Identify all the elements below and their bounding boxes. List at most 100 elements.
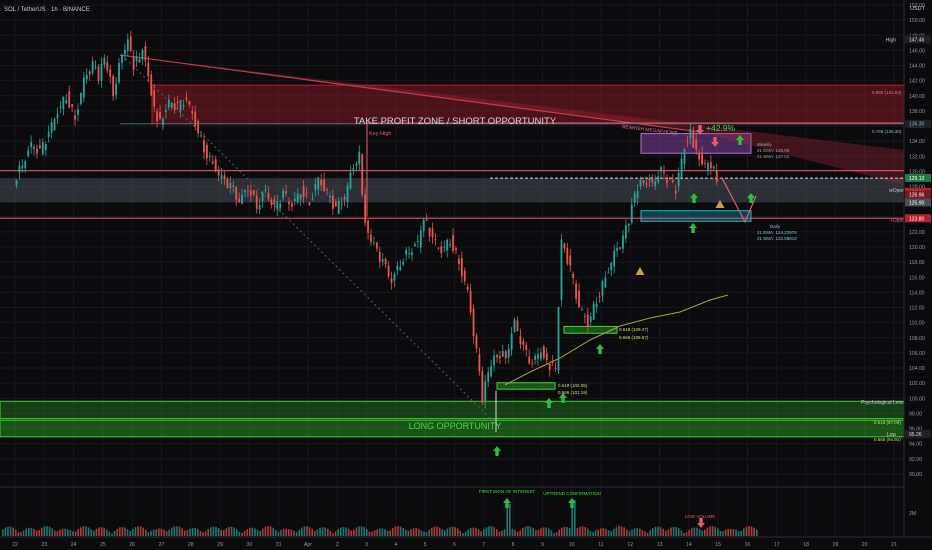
candle-body — [622, 235, 624, 249]
candle-body — [457, 258, 460, 264]
price-chart[interactable]: SOL / TetherUS · 1h · BINANCE TAKE PROFIT… — [0, 0, 932, 550]
consolidation-band — [0, 178, 904, 203]
candle-body — [428, 227, 431, 237]
volume-bar — [618, 526, 620, 536]
candle-body — [411, 252, 413, 256]
time-tick-label: 21 — [891, 542, 897, 548]
volume-bar — [446, 528, 449, 536]
volume-bar — [498, 531, 501, 536]
fib-box-low — [496, 382, 556, 390]
price-tick-label: 108.00 — [909, 336, 925, 342]
candle-body — [540, 352, 542, 359]
volume-bar — [389, 530, 391, 536]
candle-body — [255, 195, 258, 209]
volume-bar — [706, 527, 709, 536]
volume-bar — [347, 528, 350, 536]
price-tick-label: 116.00 — [909, 275, 925, 281]
time-tick-label: 19 — [833, 542, 839, 548]
volume-bar — [251, 527, 254, 536]
time-tick-label: 26 — [129, 542, 135, 548]
time-tick-label: 9 — [541, 542, 544, 548]
candle-body — [704, 163, 706, 165]
volume-bar — [108, 531, 111, 536]
volume-bar — [207, 529, 209, 536]
candle-body — [677, 172, 680, 186]
volume-bar — [64, 528, 66, 536]
volume-bar — [355, 527, 358, 536]
volume-bar — [67, 529, 69, 536]
volume-bar — [418, 528, 420, 536]
time-tick-label: 13 — [657, 542, 663, 548]
volume-bar — [472, 527, 475, 536]
volume-bar — [386, 530, 389, 536]
volume-bar — [678, 528, 680, 536]
volume-bar — [316, 529, 319, 536]
volume-bar — [113, 530, 116, 536]
volume-bar — [217, 527, 220, 536]
candle-body — [273, 199, 276, 205]
candle-body — [548, 364, 551, 370]
volume-bar — [654, 526, 657, 536]
candle-body — [399, 266, 402, 271]
candle-body — [683, 149, 686, 164]
volume-bar — [579, 526, 581, 536]
candle-body — [460, 258, 463, 277]
candle-body — [249, 190, 252, 196]
fib-0618-low: 0.618 (102.05) — [558, 383, 588, 388]
candle-body — [337, 201, 340, 214]
volume-bar — [592, 532, 594, 536]
candle-body — [475, 335, 478, 349]
volume-bar — [74, 531, 77, 536]
candle-body — [68, 91, 71, 108]
candle-body — [288, 201, 290, 205]
volume-bar — [420, 530, 423, 536]
volume-bar — [470, 527, 472, 536]
time-tick-label: 15 — [715, 542, 721, 548]
volume-bar — [2, 529, 4, 536]
volume-bar — [119, 527, 121, 536]
time-tick-label: 24 — [71, 542, 77, 548]
candle-body — [472, 308, 475, 337]
candle-body — [437, 247, 440, 249]
fib-0666-mid: 0.666 (108.57) — [619, 335, 649, 340]
volume-bar — [490, 526, 493, 536]
candle-body — [267, 193, 270, 199]
volume-bar — [688, 529, 690, 536]
candle-body — [446, 239, 449, 251]
candle-body — [144, 46, 147, 61]
take-profit-label: TAKE PROFIT ZONE / SHORT OPPORTUNITY — [354, 116, 557, 127]
candle-body — [302, 186, 305, 197]
volume-bar — [241, 532, 243, 536]
volume-bar — [371, 531, 373, 536]
candle-body — [24, 161, 27, 169]
volume-bar — [545, 527, 547, 536]
candle-body — [393, 274, 396, 281]
volume-bar — [303, 526, 306, 536]
volume-bar — [12, 527, 14, 536]
candle-body — [132, 56, 135, 70]
candle-body — [290, 203, 293, 207]
candle-body — [241, 194, 243, 204]
time-axis[interactable]: 22 23 24 25 26 27 28 29 30 31 Apr 2 3 4 5 6 7 8 9 10 11 12 13 1… — [0, 536, 932, 550]
candle-body — [320, 179, 323, 186]
candle-body — [65, 100, 68, 104]
price-tag-3: 126.96 — [909, 192, 925, 198]
volume-bar — [667, 529, 670, 536]
candle-body — [106, 62, 109, 71]
fib-box-mid — [563, 325, 618, 334]
volume-bar — [626, 529, 628, 536]
volume-bar — [704, 529, 706, 536]
candle-body — [170, 102, 173, 108]
volume-bar — [496, 529, 498, 536]
time-tick-label: 3 — [365, 542, 368, 548]
candle-body — [285, 191, 287, 194]
volume-bar — [20, 532, 22, 536]
daily-ma-box — [640, 210, 752, 222]
volume-bar — [748, 526, 750, 536]
volume-bar — [176, 526, 178, 536]
volume-bar — [522, 528, 524, 536]
volume-bar — [43, 526, 46, 536]
candle-body — [601, 281, 604, 296]
volume-bar — [121, 527, 124, 536]
price-tick-label: 100.00 — [909, 396, 925, 402]
